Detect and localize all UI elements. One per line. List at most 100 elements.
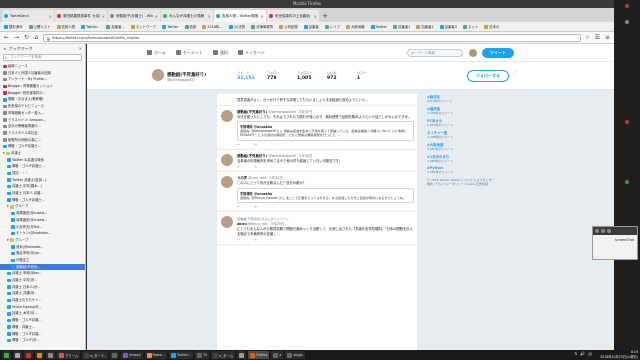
bookmark-item[interactable]: 小倉秀夫(@Hid... [0,224,85,231]
taskbar-item[interactable]: xlogo [285,351,305,359]
like-icon[interactable]: ♡ [271,165,274,169]
avatar[interactable] [469,49,477,57]
bookmark-toolbar-item[interactable]: 告訴人物 [55,24,78,29]
input-method-icon[interactable]: jp [588,351,592,356]
bookmark-folder[interactable]: ▾ グループ [0,237,85,244]
chevron-down-icon[interactable]: ▾ [3,150,5,157]
bookmark-item[interactable]: 池本(@ikemoto... [0,244,85,251]
panel-icon[interactable] [625,20,629,24]
reload-icon[interactable]: ↻ [23,34,30,41]
reply-icon[interactable]: ↩ [237,165,240,169]
bookmark-folder[interactable]: ▾ グループ [0,203,85,210]
tweet[interactable]: 感動組(不死鳥好り) @kemanpape00 · 5月30日 当事者の刑事裁判を… [217,150,417,173]
taskbar-item[interactable]: Rewe... [144,351,167,359]
bookmark-toolbar-item[interactable]: Twitter [369,24,389,29]
trend-item[interactable]: #大阪地裁 5,065件のツイート [427,142,497,151]
taskbar-item[interactable]: emacs [121,351,143,359]
forward-arrow-icon[interactable]: → [13,34,20,41]
trend-item[interactable]: #1日中のまち 1,060件のツイート [427,154,497,163]
menu-icon[interactable]: ≡ [604,34,611,41]
like-icon[interactable]: ♡ [271,143,274,147]
close-icon[interactable]: × [208,14,211,19]
bookmark-item[interactable]: クラスタイル本社会 [0,130,85,137]
bookmark-item[interactable]: 尊敬・ゴルギ弁護士... [0,163,85,170]
bookmark-item[interactable]: 弁護士 中村(雑木...) [0,183,85,190]
retweet-icon[interactable]: ⟲ [254,238,257,242]
taskbar-item[interactable]: Tk [195,351,210,359]
tweet[interactable]: 同意見者がよく、ひっかけて許すな説明してもらいましょうまあ議論も進めようという.… [217,94,417,106]
bookmark-item[interactable]: 佐世保のテレビニュース [0,103,85,110]
bookmark-item[interactable]: Blogger: 市場価格セッション [0,83,85,90]
profile-stat[interactable]: リスト 1 [357,70,383,81]
avatar[interactable] [221,109,233,122]
bookmark-item[interactable]: 戸舘圭之 [0,257,85,264]
follow-button[interactable]: フォローする [467,70,509,82]
taskbar-item[interactable] [24,351,33,359]
close-dot-icon[interactable] [625,4,629,8]
close-icon[interactable]: × [261,14,264,19]
bookmark-folder[interactable]: ▾ 弁護士 [0,150,85,157]
panel-icon[interactable] [625,120,629,124]
tweet-author[interactable]: akiru [237,222,247,226]
taskbar-item[interactable]: Firefox [248,351,270,359]
bookmark-toolbar-item[interactable]: ネットワーク [129,24,158,29]
like-icon[interactable]: ♡ [271,238,274,242]
bookmark-item[interactable]: Shoko Egawa(@... [0,304,85,311]
chevron-down-icon[interactable]: ▾ [7,237,9,244]
bookmark-item[interactable]: 尊敬・ゴルギ弁護士... [0,197,85,204]
trend-item[interactable]: #経済化 2019件のツイート [427,94,497,103]
reply-icon[interactable]: ↩ [237,143,240,147]
bookmark-item[interactable]: 尊敬・ゴルギ(@... [0,337,85,344]
bookmark-toolbar-item[interactable]: 加害者 [302,24,321,29]
tweet-author[interactable]: 感動組(不死鳥好り) [237,110,267,114]
bookmark-item[interactable]: 尊敬・ゴルギ弁護... [0,317,85,324]
close-icon[interactable]: × [155,14,158,19]
bookmark-toolbar-item[interactable]: 日本の [482,24,501,29]
trend-item[interactable]: ネイチャー聖 2,998件のツイート [427,130,497,139]
trend-item[interactable]: #Python 3,069件のツイート [427,166,497,174]
bookmark-item[interactable]: 尊敬・ゴルギ弁護士... [0,143,85,150]
bookmark-item[interactable]: Twitter の高度な検索 [0,157,85,164]
taskbar-item[interactable] [2,351,11,359]
bookmark-toolbar-item[interactable]: ネット [461,24,480,29]
bookmark-item[interactable]: 弁護士 甲和(@tac... [0,270,85,277]
avatar[interactable] [221,176,233,189]
bookmark-item[interactable]: 弁護士たちもサイ... [0,297,85,304]
bookmark-toolbar-item[interactable]: 公開リスト [27,24,53,29]
bookmark-toolbar-item[interactable]: レイプ [323,24,342,29]
taskbar-item[interactable]: x [271,351,284,359]
tweet[interactable]: うの字 @uno_ddd · 5月30日 この人にとって何が正義なんだ？自分の敵か… [217,172,417,212]
bookmark-toolbar-item[interactable]: 加害者1 [391,24,412,29]
avatar[interactable] [221,153,233,166]
more-options-icon[interactable]: ⋮ [513,71,518,77]
tweet[interactable]: 感動組(不死鳥好り)さんがリツイート akiru @akiru_dlin · 5月… [217,212,417,246]
network-icon[interactable]: ⇅ [574,351,577,356]
profile-stat[interactable]: フォロワー 1,005 [297,70,323,81]
bookmark-toolbar-item[interactable]: Twitter... [79,24,102,29]
sidebar-search-input[interactable]: ⌕ ブックマークを検索 [3,54,82,61]
bookmark-toolbar-item[interactable]: 加害者... [104,24,126,29]
tab[interactable]: 原田桃果誘拐事件 大谷雄一× [55,10,107,22]
bookmark-item[interactable]: 最新ニュース [0,63,85,70]
sidebar-title[interactable]: ブックマーク [9,46,33,52]
home-icon[interactable]: ⌂ [33,34,40,41]
bookmark-item[interactable]: 落合洋司(@yjo... [0,250,85,257]
tweet-author[interactable]: 感動組(不死鳥好り) [237,154,267,158]
bookmark-toolbar-item[interactable]: 整形済み [2,24,25,29]
bookmark-item[interactable]: 尊敬・ゴルギ弁護... [0,331,85,338]
quoted-tweet[interactable]: 宇那博幸 @unaskho 返信先: @Shinya_Itasaka さん 法こと… [237,187,414,203]
taskbar-item[interactable]: アクーム [57,351,81,359]
bookmark-toolbar-item[interactable]: Twitter [160,24,180,29]
screenshot-popup[interactable]: screenShot [592,226,638,260]
new-tab-button[interactable]: + [320,10,330,22]
bookmark-item[interactable]: 感動組(不死鳥... [0,263,85,271]
tab[interactable]: 告訴人物 - Twitter検索 × [214,10,266,22]
tweet[interactable]: 感動組(不死鳥好り) @kemanpape00 · 5月30日 今日を振ったとして… [217,106,417,150]
taskbar-item[interactable] [13,351,22,359]
quoted-tweet[interactable]: 宇那博幸 @unaskho 返信先: @kemanpape00さん 警察は証言を集… [237,121,414,141]
tab[interactable]: 伊藤裕子(弁護士) - Wikipedia× [108,10,160,22]
taskbar-item[interactable] [237,351,247,359]
reply-icon[interactable]: ↩ [237,238,240,242]
bookmark-item[interactable]: クラスペイン: Amazon... [0,117,85,124]
clock[interactable]: 8:19 2018年10月23日(火曜日) [600,350,638,360]
